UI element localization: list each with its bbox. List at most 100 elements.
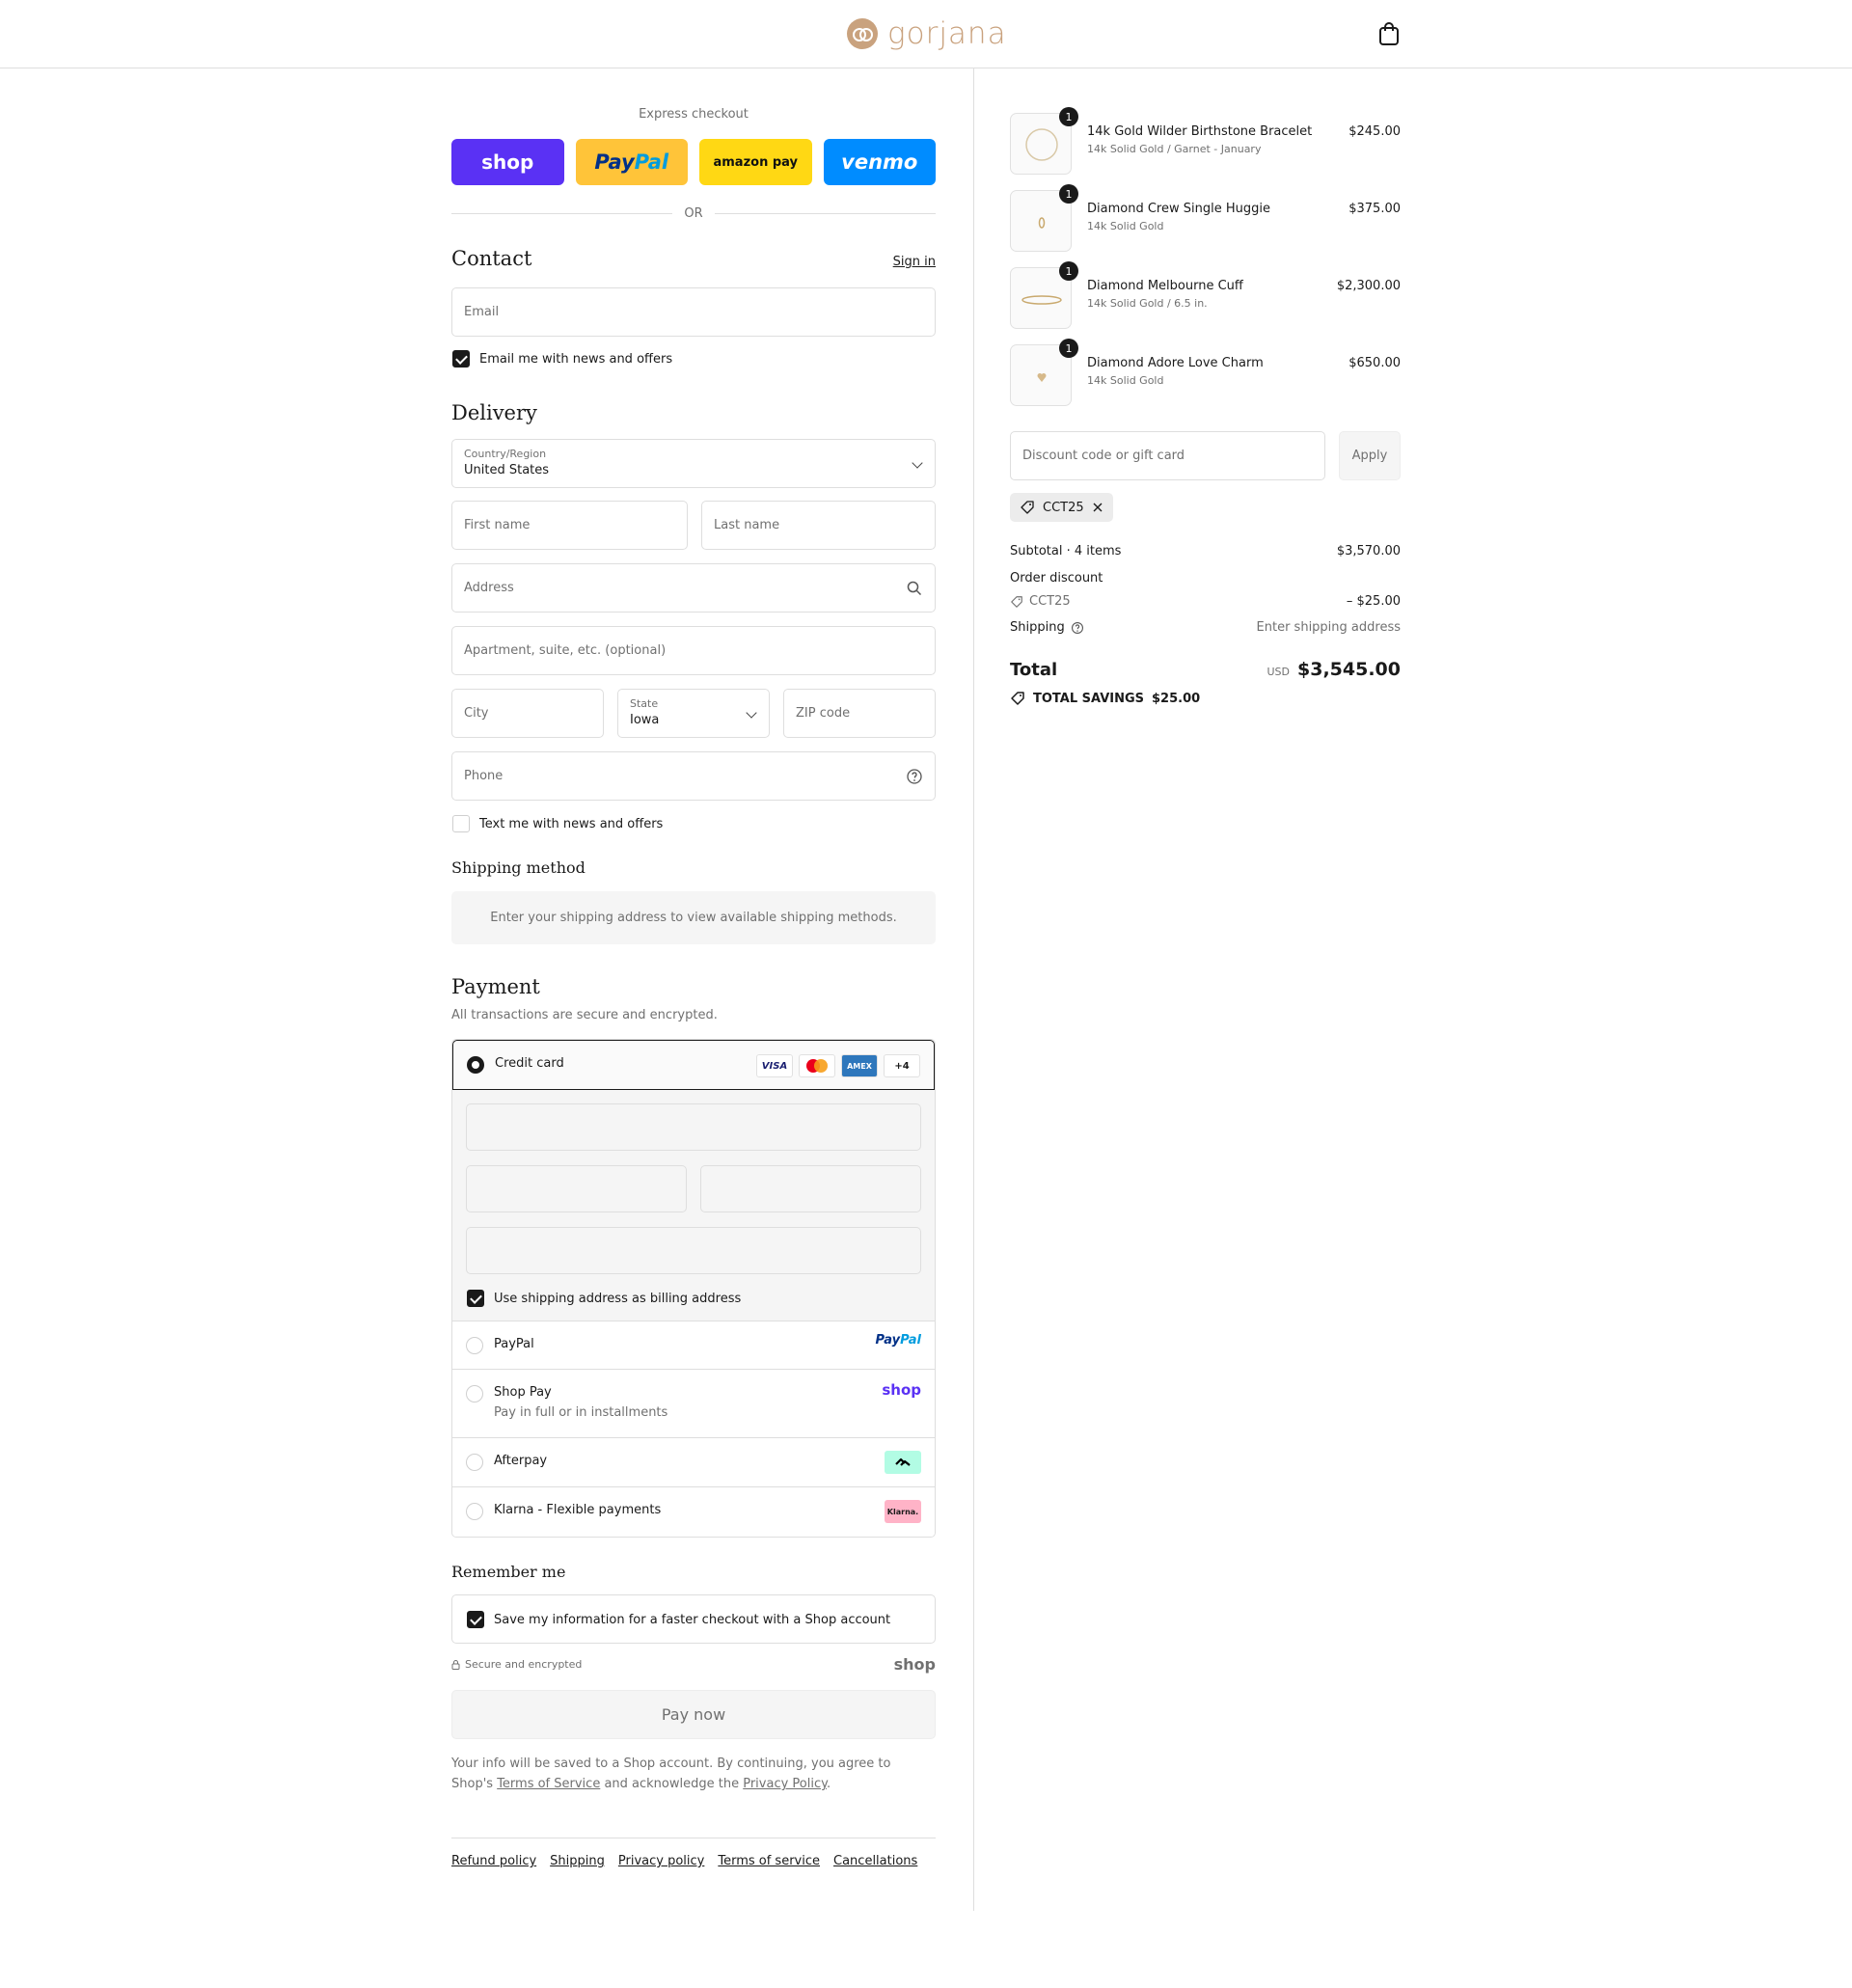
credit-card-label: Credit card (495, 1056, 564, 1071)
terms-of-service-footer-link[interactable]: Terms of service (718, 1854, 820, 1868)
contact-heading: Contact (451, 247, 532, 270)
credit-card-option[interactable]: Credit card VISA AMEX +4 (452, 1040, 935, 1090)
country-value: United States (464, 463, 550, 477)
privacy-policy-footer-link[interactable]: Privacy policy (618, 1854, 704, 1868)
card-name-field[interactable] (466, 1227, 921, 1274)
paypal-option[interactable]: PayPal PayPal (452, 1321, 935, 1370)
discount-placeholder: Discount code or gift card (1022, 449, 1185, 463)
pay-now-button[interactable]: Pay now (451, 1690, 936, 1739)
terms-of-service-link[interactable]: Terms of Service (497, 1777, 600, 1791)
privacy-policy-link[interactable]: Privacy Policy (743, 1777, 827, 1791)
address-field[interactable]: Address (451, 563, 936, 613)
amazon-pay-express-button[interactable]: amazon pay (699, 139, 812, 185)
secure-text: Secure and encrypted (465, 1658, 583, 1671)
credit-card-radio[interactable] (467, 1056, 484, 1074)
email-news-option[interactable]: Email me with news and offers (452, 350, 672, 368)
text-news-checkbox[interactable] (452, 815, 470, 832)
state-select[interactable]: State Iowa (617, 689, 770, 738)
save-info-checkbox[interactable] (467, 1611, 484, 1628)
paypal-express-button[interactable]: Pay Pal (575, 139, 688, 185)
shop-logo: shop (893, 1655, 936, 1674)
item-price: $245.00 (1348, 124, 1401, 139)
venmo-express-button[interactable]: venmo (823, 139, 936, 185)
order-discount-label: Order discount (1010, 571, 1103, 586)
email-field[interactable]: Email (451, 287, 936, 337)
remember-me-box: Save my information for a faster checkou… (451, 1594, 936, 1644)
help-circle-icon[interactable] (1071, 621, 1084, 635)
email-news-checkbox[interactable] (452, 350, 470, 368)
item-variant: 14k Solid Gold / Garnet - January (1087, 143, 1262, 155)
total-value: $3,545.00 (1297, 659, 1401, 680)
header: gorjana (0, 0, 1852, 68)
text-news-option[interactable]: Text me with news and offers (452, 815, 663, 832)
klarna-radio[interactable] (466, 1503, 483, 1520)
zip-field[interactable]: ZIP code (783, 689, 936, 738)
cancellations-link[interactable]: Cancellations (833, 1854, 917, 1868)
item-name: Diamond Melbourne Cuff (1087, 279, 1243, 293)
afterpay-radio[interactable] (466, 1454, 483, 1471)
save-info-option[interactable]: Save my information for a faster checkou… (467, 1611, 890, 1628)
shipping-value: Enter shipping address (1256, 620, 1401, 635)
brand-logo[interactable]: gorjana (847, 15, 1007, 52)
last-name-field[interactable]: Last name (701, 501, 936, 550)
refund-policy-link[interactable]: Refund policy (451, 1854, 536, 1868)
shopping-bag-icon[interactable] (1377, 21, 1401, 46)
shipping-row: Shipping Enter shipping address (1010, 620, 1401, 635)
footer-links: Refund policy Shipping Privacy policy Te… (451, 1854, 917, 1868)
venmo-logo-text: venmo (841, 150, 918, 174)
first-name-placeholder: First name (464, 518, 531, 532)
shop-pay-logo: shop (882, 1381, 921, 1399)
country-label: Country/Region (464, 448, 547, 460)
item-variant: 14k Solid Gold (1087, 374, 1164, 387)
discount-code-input[interactable]: Discount code or gift card (1010, 431, 1325, 480)
amazon-pay-logo-text: amazon pay (713, 154, 799, 170)
close-icon[interactable] (1092, 502, 1103, 513)
afterpay-option[interactable]: Afterpay (452, 1438, 935, 1487)
city-field[interactable]: City (451, 689, 604, 738)
discount-row: Discount code or gift card Apply (1010, 431, 1401, 480)
cart-item: 1 Diamond Crew Single Huggie 14k Solid G… (1010, 184, 1401, 252)
tag-icon (1021, 501, 1034, 514)
zip-placeholder: ZIP code (796, 706, 851, 721)
billing-address-checkbox[interactable] (467, 1290, 484, 1307)
paypal-label: PayPal (494, 1337, 534, 1351)
order-discount-row: Order discount (1010, 571, 1401, 586)
shipping-label: Shipping (1010, 620, 1065, 635)
phone-field[interactable]: Phone (451, 751, 936, 801)
shop-pay-express-button[interactable]: shop (451, 139, 564, 185)
email-news-label: Email me with news and offers (479, 351, 673, 367)
email-placeholder: Email (464, 305, 500, 319)
apartment-field[interactable]: Apartment, suite, etc. (optional) (451, 626, 936, 675)
address-placeholder: Address (464, 581, 514, 595)
shipping-policy-link[interactable]: Shipping (550, 1854, 605, 1868)
quantity-badge: 1 (1059, 184, 1078, 204)
item-name: Diamond Crew Single Huggie (1087, 202, 1270, 216)
help-circle-icon[interactable] (906, 768, 923, 785)
phone-placeholder: Phone (464, 769, 504, 783)
quantity-badge: 1 (1059, 339, 1078, 358)
payment-methods: Credit card VISA AMEX +4 Use shipping ad… (451, 1039, 936, 1538)
shop-pay-option[interactable]: Shop Pay Pay in full or in installments … (452, 1370, 935, 1438)
state-value: Iowa (630, 713, 660, 727)
apply-discount-button[interactable]: Apply (1339, 431, 1401, 480)
applied-code-label: CCT25 (1043, 500, 1084, 515)
item-price: $650.00 (1348, 356, 1401, 370)
tag-icon (1011, 692, 1024, 705)
express-checkout-label: Express checkout (639, 107, 749, 122)
afterpay-logo-icon (885, 1451, 921, 1474)
shop-pay-radio[interactable] (466, 1385, 483, 1402)
card-number-field[interactable] (466, 1103, 921, 1151)
sign-in-link[interactable]: Sign in (893, 255, 936, 269)
paypal-radio[interactable] (466, 1337, 483, 1354)
billing-address-label: Use shipping address as billing address (494, 1291, 742, 1306)
savings-value: $25.00 (1152, 691, 1201, 706)
card-expiration-field[interactable] (466, 1165, 687, 1212)
mastercard-icon (799, 1054, 835, 1077)
or-divider: OR (451, 204, 937, 223)
country-select[interactable]: Country/Region United States (451, 439, 936, 488)
or-label: OR (684, 205, 703, 221)
billing-address-option[interactable]: Use shipping address as billing address (467, 1290, 741, 1307)
card-security-code-field[interactable] (700, 1165, 921, 1212)
klarna-option[interactable]: Klarna - Flexible payments Klarna. (452, 1487, 935, 1537)
first-name-field[interactable]: First name (451, 501, 688, 550)
